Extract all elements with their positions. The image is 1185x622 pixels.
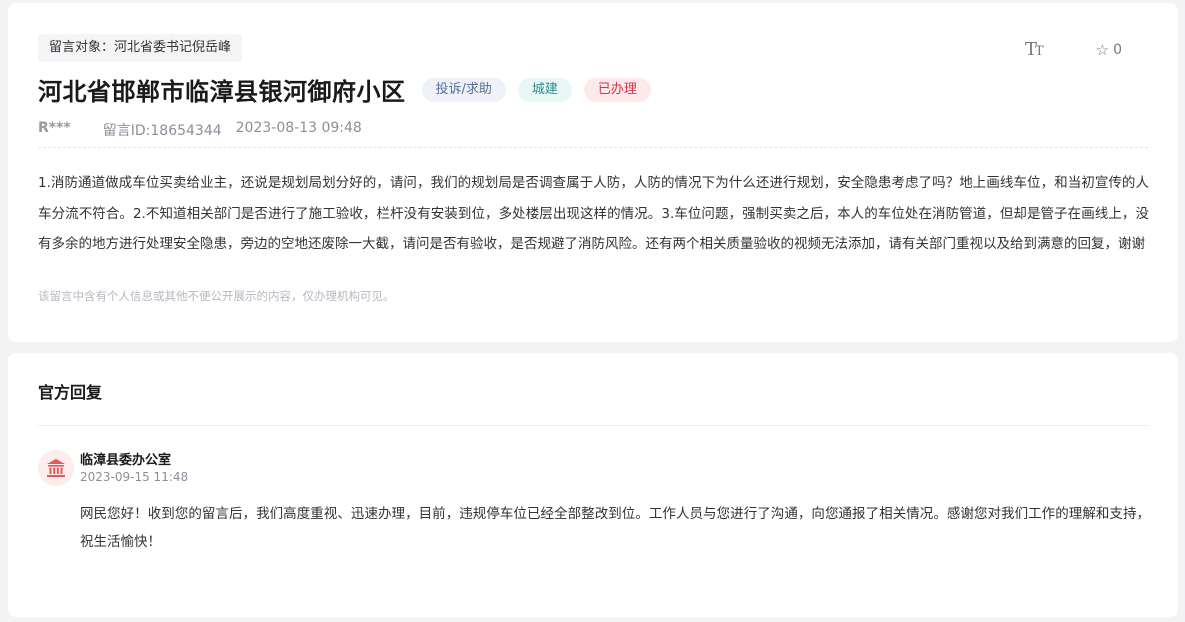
message-meta: R*** 留言ID:18654344 2023-08-13 09:48 <box>38 120 362 140</box>
star-outline-icon: ☆ <box>1095 40 1110 59</box>
privacy-notice: 该留言中含有个人信息或其他不便公开展示的内容，仅办理机构可见。 <box>38 289 395 303</box>
message-target-tag: 留言对象：河北省委书记倪岳峰 <box>38 34 243 62</box>
message-time: 2023-08-13 09:48 <box>235 120 362 136</box>
favorite-count: 0 <box>1113 41 1122 58</box>
message-id: 留言ID:18654344 <box>102 123 222 139</box>
category-tag[interactable]: 城建 <box>517 77 572 102</box>
message-card: 留言对象：河北省委书记倪岳峰 TT ☆ 0 河北省邯郸市临漳县银河御府小区 投诉… <box>8 3 1178 342</box>
reply-department: 临漳县委办公室 <box>80 453 172 468</box>
message-tools: TT ☆ 0 <box>1025 39 1122 60</box>
divider <box>38 147 1148 148</box>
reply-time: 2023-09-15 11:48 <box>80 470 189 484</box>
author-name: R*** <box>38 120 71 136</box>
type-tag[interactable]: 投诉/求助 <box>421 77 506 102</box>
reply-card: 官方回复 临漳县委办公室 2023-09-15 11:48 网民您好！收到您的留… <box>8 353 1178 617</box>
reply-content: 网民您好！收到您的留言后，我们高度重视、迅速办理，目前，违规停车位已经全部整改到… <box>80 506 1150 550</box>
font-size-icon[interactable]: TT <box>1025 39 1044 60</box>
title-row: 河北省邯郸市临漳县银河御府小区 投诉/求助 城建 已办理 <box>38 72 651 107</box>
favorite-button[interactable]: ☆ 0 <box>1096 41 1122 59</box>
government-building-icon <box>47 459 65 477</box>
message-title: 河北省邯郸市临漳县银河御府小区 <box>38 78 406 106</box>
reply-section-title: 官方回复 <box>38 383 103 402</box>
divider <box>38 425 1148 426</box>
avatar <box>38 450 74 486</box>
status-badge: 已办理 <box>583 77 651 102</box>
message-content: 1.消防通道做成车位买卖给业主，还说是规划局划分好的，请问，我们的规划局是否调查… <box>38 175 1149 252</box>
